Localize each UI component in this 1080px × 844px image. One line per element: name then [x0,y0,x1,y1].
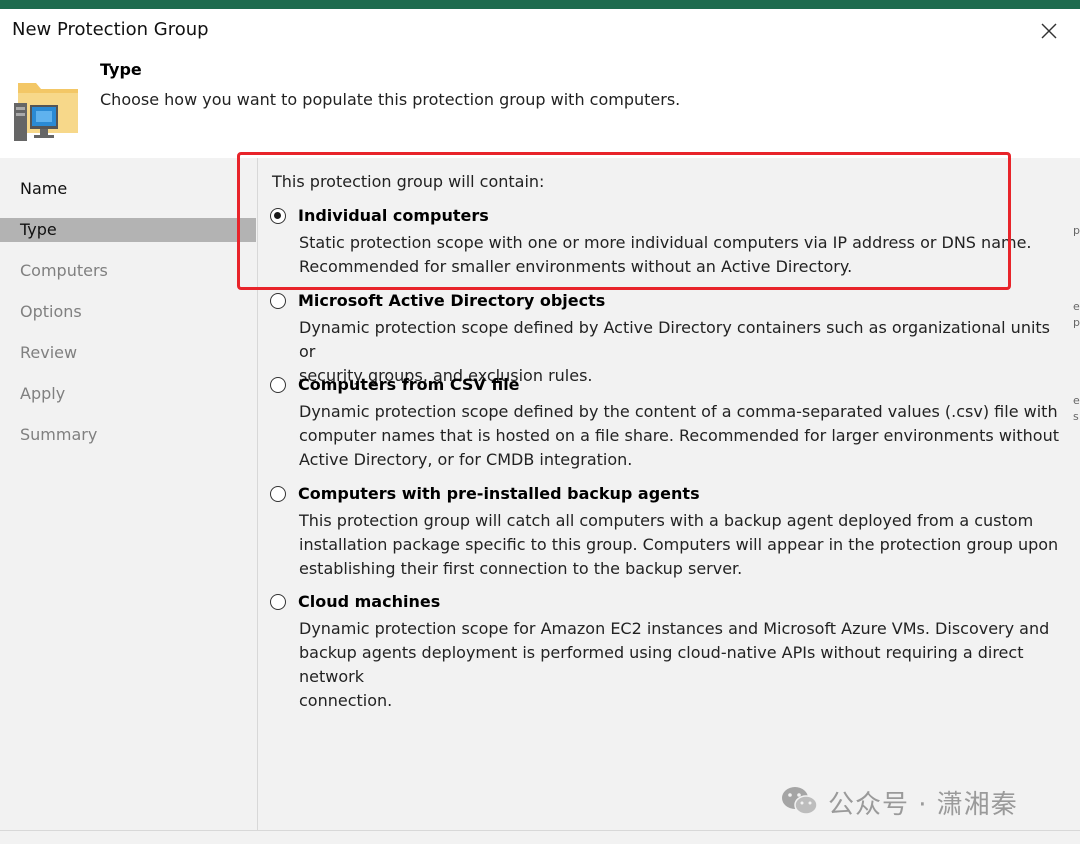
radio-preinstalled-agents[interactable] [270,486,286,502]
radio-cloud-machines[interactable] [270,594,286,610]
wechat-icon [782,787,818,815]
step-type[interactable]: Type [0,218,256,242]
description-line: backup agents deployment is performed us… [299,643,1024,686]
step-computers[interactable]: Computers [0,259,256,283]
step-summary[interactable]: Summary [0,423,256,447]
option-label[interactable]: Microsoft Active Directory objects [298,291,605,310]
close-button[interactable] [1032,16,1066,46]
radio-individual-computers[interactable] [270,208,286,224]
watermark-text: 公众号 · 潇湘秦 [828,790,1018,820]
description-line: Dynamic protection scope for Amazon EC2 … [299,619,1050,638]
description-line: Dynamic protection scope defined by Acti… [299,318,1051,361]
description-line: This protection group will catch all com… [299,511,1034,530]
option-label[interactable]: Cloud machines [298,592,440,611]
description-line: connection. [299,691,393,710]
header-subtitle: Choose how you want to populate this pro… [100,90,681,109]
option-description: This protection group will catch all com… [299,509,1059,581]
description-line: Static protection scope with one or more… [299,233,1032,252]
watermark: 公众号 · 潇湘秦 [780,784,1060,820]
option-description: Dynamic protection scope for Amazon EC2 … [299,617,1059,713]
option-description: Static protection scope with one or more… [299,231,1059,279]
options-panel: This protection group will contain: Indi… [258,158,1080,830]
option-label[interactable]: Computers with pre-installed backup agen… [298,484,700,503]
header-title: Type [100,60,142,79]
wizard-steps-sidebar: Name Type Computers Options Review Apply… [0,158,258,830]
close-icon [1041,23,1057,39]
wizard-footer [0,830,1080,844]
window-title: New Protection Group [12,19,209,40]
folder-computer-icon [14,83,78,141]
radio-csv-file[interactable] [270,377,286,393]
description-line: establishing their first connection to t… [299,559,743,578]
wizard-header: Type Choose how you want to populate thi… [0,51,1080,158]
description-line: installation package specific to this gr… [299,535,1059,554]
step-review[interactable]: Review [0,341,256,365]
description-line: Dynamic protection scope defined by the … [299,402,1058,421]
option-label[interactable]: Computers from CSV file [298,375,520,394]
step-apply[interactable]: Apply [0,382,256,406]
description-line: Active Directory, or for CMDB integratio… [299,450,633,469]
description-line: Recommended for smaller environments wit… [299,257,853,276]
window-top-strip [0,0,1080,9]
description-line: computer names that is hosted on a file … [299,426,1059,445]
step-name[interactable]: Name [0,177,256,201]
radio-active-directory[interactable] [270,293,286,309]
step-options[interactable]: Options [0,300,256,324]
background-window-edge: p e p e s [1073,224,1080,423]
option-label[interactable]: Individual computers [298,206,489,225]
intro-text: This protection group will contain: [272,172,545,191]
option-description: Dynamic protection scope defined by the … [299,400,1059,472]
title-bar: New Protection Group [0,9,1080,51]
